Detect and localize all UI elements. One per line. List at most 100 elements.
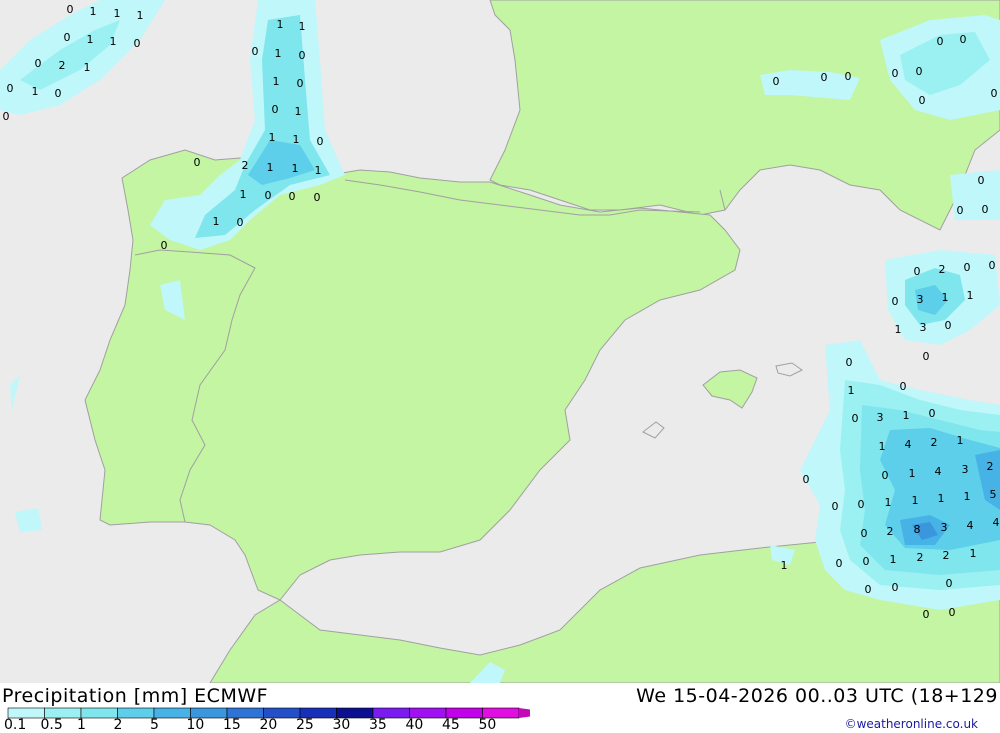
precip-value: 3: [962, 463, 969, 476]
precip-value: 1: [32, 85, 39, 98]
precip-value: 0: [265, 189, 272, 202]
precip-value: 0: [978, 174, 985, 187]
precip-value: 0: [314, 191, 321, 204]
precip-value: 0: [964, 261, 971, 274]
legend-arrow: [519, 708, 530, 718]
legend-label: 5: [150, 717, 159, 733]
legend-swatch: [117, 707, 155, 719]
precip-value: 0: [852, 412, 859, 425]
precip-value: 1: [295, 105, 302, 118]
precip-value: 2: [987, 460, 994, 473]
precip-value: 0: [194, 156, 201, 169]
precip-value: 0: [832, 500, 839, 513]
precip-value: 1: [273, 75, 280, 88]
precip-value: 1: [299, 20, 306, 33]
precip-value: 0: [134, 37, 141, 50]
precip-value: 1: [315, 164, 322, 177]
precip-value: 1: [240, 188, 247, 201]
precip-value: 1: [90, 5, 97, 18]
precip-value: 3: [917, 293, 924, 306]
precip-value: 1: [110, 35, 117, 48]
precip-value: 1: [275, 47, 282, 60]
precip-value: 2: [242, 159, 249, 172]
precip-value: 0: [957, 204, 964, 217]
precip-value: 1: [903, 409, 910, 422]
legend-label: 25: [296, 717, 314, 733]
legend-swatch: [80, 707, 118, 719]
precip-value: 0: [923, 350, 930, 363]
precip-value: 2: [917, 551, 924, 564]
precip-value: 0: [67, 3, 74, 16]
precip-value: 0: [863, 555, 870, 568]
precip-value: 0: [821, 71, 828, 84]
precip-value: 1: [970, 547, 977, 560]
precip-value: 0: [882, 469, 889, 482]
precip-value: 0: [289, 190, 296, 203]
precip-value: 3: [877, 411, 884, 424]
precip-value: 4: [905, 438, 912, 451]
legend-swatch: [153, 707, 191, 719]
forecast-timestamp: We 15-04-2026 00..03 UTC (18+129: [636, 685, 998, 707]
precip-value: 1: [87, 33, 94, 46]
precip-value: 1: [292, 162, 299, 175]
legend-label: 10: [186, 717, 205, 733]
legend-label: 0.5: [40, 717, 63, 733]
precip-value: 0: [299, 49, 306, 62]
precip-value: 1: [267, 161, 274, 174]
precip-value: 0: [914, 265, 921, 278]
legend-label: 35: [369, 717, 387, 733]
precip-value: 0: [989, 259, 996, 272]
precip-value: 1: [942, 291, 949, 304]
precip-value: 0: [297, 77, 304, 90]
precip-value: 3: [920, 321, 927, 334]
precip-value: 0: [35, 57, 42, 70]
legend-label: 40: [405, 717, 424, 733]
precip-value: 3: [941, 521, 948, 534]
precip-value: 0: [272, 103, 279, 116]
legend-label: 0.1: [4, 717, 27, 733]
precip-value: 1: [912, 494, 919, 507]
precip-value: 0: [7, 82, 14, 95]
precip-value: 2: [939, 263, 946, 276]
precip-value: 0: [929, 407, 936, 420]
precip-value: 1: [114, 7, 121, 20]
precip-value: 5: [990, 488, 997, 501]
precip-value: 4: [993, 516, 1000, 529]
precip-value: 0: [892, 295, 899, 308]
precip-value: 1: [895, 323, 902, 336]
precip-value: 1: [967, 289, 974, 302]
precip-value: 4: [935, 465, 942, 478]
precip-value: 1: [269, 131, 276, 144]
precip-value: 1: [957, 434, 964, 447]
precip-value: 1: [879, 440, 886, 453]
precip-value: 0: [237, 216, 244, 229]
precip-value: 0: [946, 577, 953, 590]
map-title: Precipitation [mm] ECMWF: [2, 685, 269, 707]
credit-link[interactable]: ©weatheronline.co.uk: [845, 717, 978, 731]
precip-value: 0: [945, 319, 952, 332]
precip-value: 0: [949, 606, 956, 619]
precip-value: 0: [317, 135, 324, 148]
legend-label: 50: [478, 717, 497, 733]
precip-value: 0: [865, 583, 872, 596]
precip-value: 1: [781, 559, 788, 572]
precipitation-map: 0 1 1 1 0 1 1 0 0 2 1 0 1 0 0 1 1 0 1 0 …: [0, 0, 1000, 684]
precip-value: 2: [943, 549, 950, 562]
precip-value: 0: [55, 87, 62, 100]
precip-value: 0: [3, 110, 10, 123]
precip-value: 0: [892, 581, 899, 594]
precip-value: 1: [293, 133, 300, 146]
precip-value: 0: [858, 498, 865, 511]
precip-value: 0: [773, 75, 780, 88]
precip-value: 0: [846, 356, 853, 369]
precip-value: 0: [803, 473, 810, 486]
precip-value: 1: [277, 18, 284, 31]
precip-value: 0: [64, 31, 71, 44]
precip-value: 2: [59, 59, 66, 72]
precip-value: 1: [848, 384, 855, 397]
precip-value: 0: [845, 70, 852, 83]
precip-value: 1: [137, 9, 144, 22]
precip-value: 0: [252, 45, 259, 58]
precip-value: 2: [887, 525, 894, 538]
legend-label: 2: [113, 717, 123, 733]
